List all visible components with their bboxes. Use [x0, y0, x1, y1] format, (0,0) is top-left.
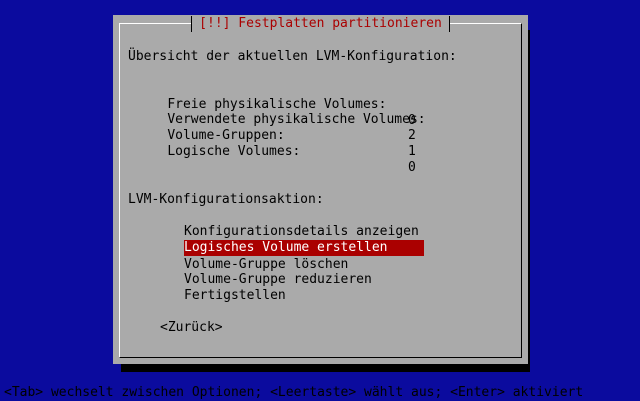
stat-free-pv: Freie physikalische Volumes: 0: [136, 81, 416, 128]
menu-item-create-logical-volume[interactable]: Logisches Volume erstellen: [184, 240, 424, 256]
back-button[interactable]: <Zurück>: [160, 320, 223, 336]
stat-logical-volumes: Logische Volumes: 0: [136, 128, 416, 175]
action-heading: LVM-Konfigurationsaktion:: [128, 192, 324, 207]
stat-value: 2: [408, 128, 416, 143]
menu-item-show-details[interactable]: Konfigurationsdetails anzeigen: [184, 224, 424, 240]
stat-volume-groups: Volume-Gruppen: 1: [136, 112, 416, 159]
partition-dialog: [!!] Festplatten partitionieren Übersich…: [113, 15, 528, 364]
dialog-title-bar: [!!] Festplatten partitionieren: [113, 16, 528, 32]
stat-value: 1: [408, 144, 416, 159]
stat-used-pv: Verwendete physikalische Volumes: 2: [136, 96, 425, 143]
status-bar-hint: <Tab> wechselt zwischen Optionen; <Leert…: [4, 385, 584, 400]
menu-item-finish[interactable]: Fertigstellen: [184, 288, 424, 304]
stat-label: Logische Volumes:: [167, 144, 301, 159]
dialog-title: [!!] Festplatten partitionieren: [191, 16, 450, 32]
dialog-frame: [119, 23, 522, 358]
overview-heading: Übersicht der aktuellen LVM-Konfiguratio…: [128, 49, 457, 64]
menu-item-delete-volume-group[interactable]: Volume-Gruppe löschen: [184, 257, 424, 273]
menu-item-reduce-volume-group[interactable]: Volume-Gruppe reduzieren: [184, 272, 424, 288]
stat-value: 0: [408, 160, 416, 175]
